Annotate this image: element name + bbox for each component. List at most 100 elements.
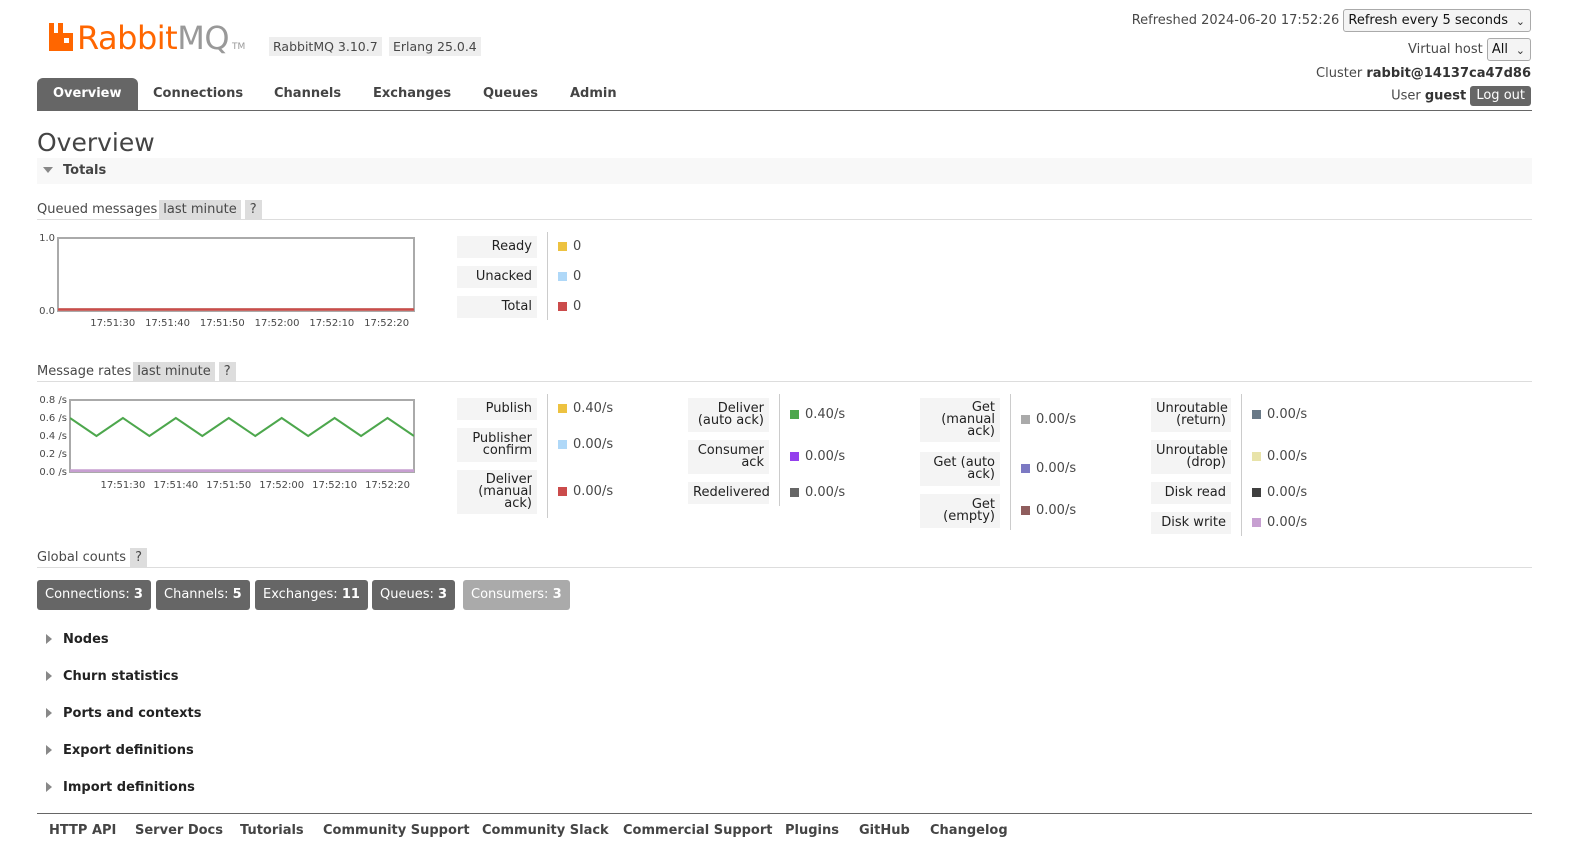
footer-link-tutorials[interactable]: Tutorials [240, 823, 304, 838]
legend-value-text: 0.00/s [573, 484, 614, 499]
refresh-row: Refreshed 2024-06-20 17:52:26 Refresh ev… [1132, 9, 1531, 32]
channels-count-button[interactable]: Channels: 5 [156, 580, 250, 610]
logo-tm: TM [232, 42, 246, 52]
export-section-toggle[interactable]: Export definitions [37, 741, 194, 761]
x-tick-label: 17:52:20 [365, 480, 410, 491]
consumers-count-button[interactable]: Consumers: 3 [463, 580, 570, 610]
legend-value-text: 0.00/s [573, 437, 614, 452]
legend-value-text: 0.00/s [1036, 461, 1077, 476]
legend-value-consumer-ack: 0.00/s [790, 450, 845, 464]
exchanges-count-label: Exchanges: [263, 587, 338, 602]
ports-title: Ports and contexts [63, 706, 202, 721]
legend-value-disk-read: 0.00/s [1252, 486, 1307, 500]
legend-value-text: 0 [573, 269, 582, 284]
queues-count-value: 3 [438, 587, 448, 602]
footer-link-changelog[interactable]: Changelog [930, 823, 1008, 838]
legend-separator [547, 394, 548, 518]
tab-admin[interactable]: Admin [570, 78, 617, 110]
tab-overview[interactable]: Overview [37, 78, 138, 110]
legend-value-ready: 0 [558, 240, 581, 254]
totals-title: Totals [63, 163, 107, 178]
erlang-badge: Erlang 25.0.4 [389, 37, 481, 56]
legend-swatch-get-auto-ack [1021, 464, 1030, 473]
legend-value-text: 0.00/s [1267, 515, 1308, 530]
legend-label-publish: Publish [457, 398, 537, 420]
import-section-toggle[interactable]: Import definitions [37, 778, 195, 798]
logo-mq: MQ [177, 19, 229, 57]
x-tick-label: 17:52:00 [255, 318, 300, 329]
tab-exchanges[interactable]: Exchanges [373, 78, 451, 110]
legend-label-unacked: Unacked [457, 266, 537, 288]
legend-value-unroutable-drop: 0.00/s [1252, 450, 1307, 464]
refreshed-timestamp: Refreshed 2024-06-20 17:52:26 [1131, 13, 1340, 28]
rabbitmq-logo: Rabbit MQ TM [47, 18, 245, 56]
exchanges-count-button[interactable]: Exchanges: 11 [255, 580, 368, 610]
legend-value-deliver-auto-ack: 0.40/s [790, 408, 845, 422]
legend-value-text: 0.00/s [805, 449, 846, 464]
footer-link-community-support[interactable]: Community Support [323, 823, 470, 838]
legend-value-text: 0.00/s [805, 485, 846, 500]
message-rates-chart: 0.0 /s 0.2 /s 0.4 /s 0.6 /s 0.8 /s 17:51:30 17… [39, 395, 415, 491]
footer-link-server-docs[interactable]: Server Docs [135, 823, 223, 838]
legend-swatch-unacked [558, 272, 567, 281]
queues-count-button[interactable]: Queues: 3 [372, 580, 456, 610]
message-rates-header: Message rates last minute? [37, 362, 1532, 382]
legend-label-consumer-ack: Consumer ack [688, 440, 769, 474]
churn-section-toggle[interactable]: Churn statistics [37, 667, 179, 687]
channels-count-label: Channels: [164, 587, 229, 602]
legend-label-deliver-manual-ack: Deliver (manual ack) [457, 470, 537, 514]
logo-word: Rabbit [77, 19, 178, 57]
connections-count-button[interactable]: Connections: 3 [37, 580, 151, 610]
global-counts-help-button[interactable]: ? [130, 548, 147, 567]
legend-separator [1241, 394, 1242, 536]
legend-label-get-auto-ack: Get (auto ack) [920, 452, 1000, 486]
legend-separator [547, 232, 548, 320]
footer-link-plugins[interactable]: Plugins [785, 823, 839, 838]
legend-value-get-manual-ack: 0.00/s [1021, 413, 1076, 427]
triangle-right-icon [46, 744, 52, 755]
x-tick-label: 17:51:30 [90, 318, 135, 329]
y-tick-label: 0.0 [39, 306, 55, 317]
rates-range-button[interactable]: last minute [133, 362, 215, 381]
tab-queues[interactable]: Queues [483, 78, 538, 110]
channels-count-value: 5 [232, 587, 242, 602]
footer-link-github[interactable]: GitHub [859, 823, 910, 838]
footer: HTTP API Server Docs Tutorials Community… [37, 813, 1532, 846]
exchanges-count-value: 11 [341, 587, 360, 602]
footer-link-http-api[interactable]: HTTP API [49, 823, 116, 838]
totals-section-toggle[interactable]: Totals [37, 158, 1532, 184]
triangle-down-icon [43, 167, 53, 173]
y-tick-label: 0.0 /s [39, 467, 67, 478]
legend-value-text: 0.40/s [805, 407, 846, 422]
vhost-select[interactable]: All ⌄ [1486, 38, 1531, 61]
legend-swatch-total [558, 302, 567, 311]
chevron-down-icon: ⌄ [1515, 44, 1525, 57]
legend-value-text: 0.00/s [1267, 407, 1308, 422]
chevron-down-icon: ⌄ [1515, 15, 1525, 28]
tab-connections[interactable]: Connections [153, 78, 243, 110]
version-badge: RabbitMQ 3.10.7 [269, 37, 382, 56]
x-tick-label: 17:51:50 [200, 318, 245, 329]
x-tick-label: 17:52:00 [259, 480, 304, 491]
legend-label-unroutable-drop: Unroutable (drop) [1151, 440, 1231, 474]
legend-value-get-empty: 0.00/s [1021, 504, 1076, 518]
tab-channels[interactable]: Channels [274, 78, 341, 110]
nodes-section-toggle[interactable]: Nodes [37, 630, 109, 650]
rates-help-button[interactable]: ? [218, 362, 236, 381]
legend-swatch-disk-write [1252, 518, 1261, 527]
footer-link-commercial-support[interactable]: Commercial Support [623, 823, 773, 838]
ports-section-toggle[interactable]: Ports and contexts [37, 704, 201, 724]
x-tick-label: 17:51:40 [145, 318, 190, 329]
x-tick-label: 17:51:50 [206, 480, 251, 491]
vhost-label: Virtual host [1408, 42, 1483, 57]
queues-count-label: Queues: [380, 587, 434, 602]
queued-help-button[interactable]: ? [244, 200, 262, 219]
queued-range-button[interactable]: last minute [159, 200, 241, 219]
legend-label-total: Total [457, 296, 537, 318]
import-title: Import definitions [63, 780, 195, 795]
x-tick-label: 17:51:40 [153, 480, 198, 491]
legend-value-text: 0 [573, 299, 582, 314]
footer-link-community-slack[interactable]: Community Slack [482, 823, 609, 838]
refresh-select[interactable]: Refresh every 5 seconds ⌄ [1343, 9, 1531, 32]
refresh-select-value: Refresh every 5 seconds [1348, 13, 1508, 28]
